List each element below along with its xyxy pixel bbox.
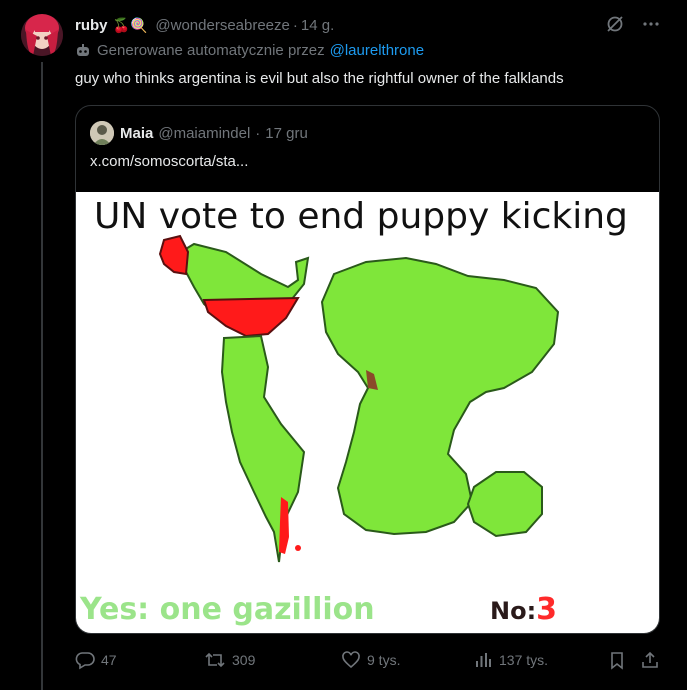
meme-title: UN vote to end puppy kicking [94,196,628,237]
bookmark-icon [611,652,623,670]
quote-author-handle[interactable]: @maiamindel [158,125,250,142]
meme-no-text: No:3 [490,592,557,627]
avatar[interactable] [21,14,63,56]
tweet-actions: 47 309 9 tys. 137 tys. [75,650,665,672]
reply-icon [75,652,95,670]
auto-generated-label: Generowane automatycznie przez [97,42,325,59]
share-button[interactable] [640,650,660,670]
thread-line [41,62,43,690]
tweet-time[interactable]: 14 g. [301,17,334,34]
quote-avatar[interactable] [90,121,114,145]
retweet-icon [205,652,225,668]
map-alaska-red [158,234,190,276]
bookmark-button[interactable] [607,650,627,670]
share-icon [642,651,658,668]
auto-generated-note: Generowane automatycznie przez @laurelth… [75,42,424,59]
map-usa-red [202,296,300,338]
meme-image[interactable]: UN vote to end puppy kicking Yes: one ga… [76,192,659,633]
quote-time: 17 gru [265,124,308,142]
reply-button[interactable]: 47 [75,650,117,670]
separator: · [292,16,298,34]
like-button[interactable]: 9 tys. [341,650,400,670]
meme-no-value: 3 [536,592,558,627]
retweet-button[interactable]: 309 [204,650,255,670]
meme-map [158,234,560,563]
reply-count: 47 [101,652,117,668]
quote-separator: · [255,124,261,142]
quoted-tweet[interactable]: Maia @maiamindel · 17 gru x.com/somoscor… [75,105,660,634]
views-button[interactable]: 137 tys. [473,650,548,670]
map-south-america [220,334,306,563]
author-handle[interactable]: @wonderseabreeze [155,17,289,34]
map-falklands-red [295,545,301,551]
author-name[interactable]: ruby [75,17,108,34]
author-emoji: 🍒🍭 [112,16,148,33]
like-count: 9 tys. [367,652,401,668]
meme-no-label: No: [490,597,537,625]
map-australia [466,471,543,538]
quote-author-name[interactable]: Maia [120,125,153,142]
quote-text[interactable]: x.com/somoscorta/sta... [90,153,248,170]
tweet-header: ruby 🍒🍭 @wonderseabreeze · 14 g. [75,15,334,35]
auto-generated-link[interactable]: @laurelthrone [330,42,424,59]
meme-yes-text: Yes: one gazillion [80,592,375,627]
retweet-count: 309 [232,652,256,668]
more-icon[interactable] [641,14,661,34]
tweet-text: guy who thinks argentina is evil but als… [75,70,564,87]
top-actions [605,14,661,34]
quote-header: Maia @maiamindel · 17 gru [90,121,308,145]
views-icon [476,653,491,667]
view-count: 137 tys. [499,652,549,668]
robot-icon [75,43,91,59]
grok-icon[interactable] [605,14,625,34]
like-icon [342,651,360,669]
